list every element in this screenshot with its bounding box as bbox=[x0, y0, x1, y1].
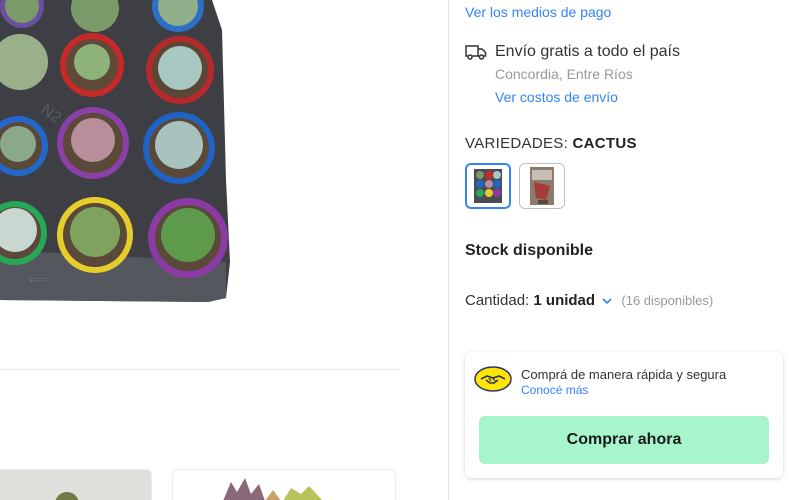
secure-purchase-text: Comprá de manera rápida y segura bbox=[521, 367, 727, 382]
buy-box: Comprá de manera rápida y segura Conocé … bbox=[465, 352, 783, 478]
buy-column: Ver los medios de pago Envío gratis a to… bbox=[449, 0, 800, 500]
related-product-image bbox=[0, 470, 151, 500]
handshake-icon bbox=[474, 366, 512, 392]
related-product-image bbox=[223, 478, 323, 500]
related-product-card[interactable] bbox=[0, 469, 152, 500]
payment-methods-link[interactable]: Ver los medios de pago bbox=[465, 4, 611, 20]
variant-image bbox=[474, 169, 502, 203]
buy-now-button[interactable]: Comprar ahora bbox=[479, 416, 769, 464]
quantity-selector[interactable]: Cantidad: 1 unidad (16 disponibles) bbox=[465, 292, 713, 309]
free-shipping-text: Envío gratis a todo el país bbox=[495, 43, 680, 60]
shipping-costs-link[interactable]: Ver costos de envío bbox=[495, 89, 618, 105]
seller-location: Concordia, Entre Ríos bbox=[495, 66, 633, 82]
stock-status: Stock disponible bbox=[465, 242, 594, 259]
truck-icon bbox=[465, 45, 487, 60]
available-count: (16 disponibles) bbox=[621, 293, 714, 308]
variants-label: VARIEDADES: CACTUS bbox=[465, 135, 637, 152]
product-image[interactable]: ⟸ N2 bbox=[0, 0, 235, 305]
gallery-divider bbox=[0, 369, 400, 370]
product-page: ⟸ N2 Ver los medios de pago Envío gratis… bbox=[0, 0, 800, 500]
product-gallery: ⟸ N2 bbox=[0, 0, 448, 500]
quantity-value: 1 unidad bbox=[533, 292, 596, 309]
variant-option[interactable] bbox=[519, 163, 565, 209]
variant-image bbox=[530, 167, 554, 205]
selected-variant: CACTUS bbox=[572, 135, 637, 152]
learn-more-link[interactable]: Conocé más bbox=[521, 383, 588, 397]
svg-text:⟸: ⟸ bbox=[28, 271, 48, 287]
related-product-card[interactable] bbox=[172, 469, 396, 500]
chevron-down-icon bbox=[602, 298, 612, 305]
quantity-label: Cantidad: bbox=[465, 292, 530, 309]
variant-option-selected[interactable] bbox=[465, 163, 511, 209]
